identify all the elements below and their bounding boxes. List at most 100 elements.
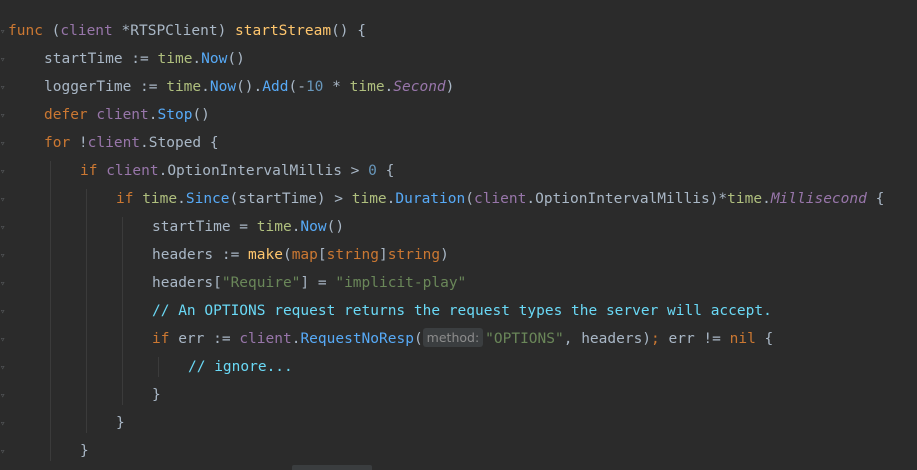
code-token: if: [116, 191, 143, 207]
code-line[interactable]: startTime := time.Now(): [8, 45, 245, 73]
code-token: OptionIntervalMillis: [535, 191, 710, 207]
code-line[interactable]: headers := make(map[string]string): [8, 241, 449, 269]
code-line[interactable]: headers["Require"] = "implicit-play": [8, 269, 466, 297]
code-token: (startTime) >: [229, 191, 352, 207]
code-token: ().: [236, 79, 263, 95]
fold-marker-icon[interactable]: ▿: [0, 111, 7, 121]
fold-marker-icon[interactable]: ▿: [0, 83, 7, 93]
code-token: client: [106, 163, 159, 179]
code-token: client: [239, 331, 292, 347]
code-token: .: [526, 191, 536, 207]
code-token: time: [142, 191, 178, 207]
fold-marker-icon[interactable]: ▿: [0, 279, 7, 289]
code-line[interactable]: loggerTime := time.Now().Add(-10 * time.…: [8, 73, 454, 101]
code-token: string: [326, 247, 380, 263]
code-token: *: [323, 79, 350, 95]
code-token: RTSPClient: [130, 23, 218, 39]
code-line[interactable]: func (client *RTSPClient) startStream() …: [8, 17, 366, 45]
code-token: RequestNoResp: [300, 331, 414, 347]
code-token: nil: [729, 331, 756, 347]
fold-marker-icon[interactable]: ▿: [0, 195, 7, 205]
code-token: defer: [44, 107, 97, 123]
code-token: ): [445, 79, 455, 95]
code-token: startTime =: [152, 219, 257, 235]
horizontal-scroll-thumb[interactable]: [292, 465, 372, 470]
fold-marker-icon[interactable]: ▿: [0, 307, 7, 317]
code-token: >: [341, 163, 369, 179]
code-token: }: [80, 443, 89, 459]
code-line[interactable]: startTime = time.Now(): [8, 213, 344, 241]
code-token: (): [227, 51, 245, 67]
code-token: ]: [379, 247, 388, 263]
code-token: {: [866, 191, 885, 207]
code-line[interactable]: for !client.Stoped {: [8, 129, 219, 157]
fold-marker-icon[interactable]: ▿: [0, 363, 7, 373]
code-line[interactable]: if client.OptionIntervalMillis > 0 {: [8, 157, 394, 185]
code-token: string: [387, 247, 441, 263]
code-token: func: [8, 23, 43, 39]
code-line[interactable]: // An OPTIONS request returns the reques…: [8, 297, 772, 325]
fold-marker-icon[interactable]: ▿: [0, 55, 7, 65]
fold-marker-icon[interactable]: ▿: [0, 447, 7, 457]
code-token: .: [140, 135, 149, 151]
code-token: if: [80, 163, 107, 179]
fold-marker-icon[interactable]: ▿: [0, 335, 7, 345]
code-token: (: [465, 191, 474, 207]
code-token: client: [60, 23, 113, 39]
code-token: time: [349, 79, 385, 95]
code-token: }: [152, 387, 161, 403]
code-token: .: [384, 79, 394, 95]
code-token: time: [166, 79, 202, 95]
code-token: ] =: [300, 275, 336, 291]
code-token: (: [282, 247, 292, 263]
code-editor[interactable]: ▿ ▿ ▿ ▿ ▿ ▿ ▿ ▿ ▿ ▿ ▿ ▿ ▿ ▿ ▿ ▿ func (client *RTSPClien…: [0, 0, 917, 470]
code-token: Stoped: [148, 135, 202, 151]
code-token: {: [376, 163, 395, 179]
code-token: (): [326, 219, 345, 235]
code-token: )*: [709, 191, 728, 207]
fold-marker-icon[interactable]: ▿: [0, 139, 7, 149]
code-line[interactable]: // ignore...: [8, 353, 293, 381]
code-token: () {: [331, 23, 366, 39]
code-token: time: [727, 191, 763, 207]
code-line[interactable]: defer client.Stop(): [8, 101, 210, 129]
fold-marker-icon[interactable]: ▿: [0, 27, 7, 37]
fold-marker-icon[interactable]: ▿: [0, 419, 7, 429]
code-token: OptionIntervalMillis: [167, 163, 342, 179]
code-token: !: [78, 135, 88, 151]
fold-marker-icon[interactable]: ▿: [0, 223, 7, 233]
code-token: .: [177, 191, 186, 207]
code-token: ;: [651, 331, 669, 347]
code-token: "implicit-play": [335, 275, 467, 291]
parameter-hint: method:: [422, 328, 484, 347]
code-token: startTime :=: [44, 51, 158, 67]
code-token: time: [351, 191, 387, 207]
code-token: , headers): [563, 331, 652, 347]
code-token: headers :=: [152, 247, 249, 263]
code-token: Duration: [395, 191, 466, 207]
code-token: {: [201, 135, 219, 151]
fold-marker-icon[interactable]: ▿: [0, 391, 7, 401]
code-line[interactable]: if time.Since(startTime) > time.Duration…: [8, 185, 884, 213]
code-token: Stop: [157, 107, 193, 123]
code-token: Now: [201, 51, 228, 67]
code-token: if: [152, 331, 179, 347]
code-token: Now: [209, 79, 237, 95]
code-token: }: [116, 415, 125, 431]
code-token: Millisecond: [770, 191, 867, 207]
code-token: Now: [300, 219, 327, 235]
code-token: .: [762, 191, 771, 207]
code-token: .: [148, 107, 158, 123]
code-token: client: [96, 107, 149, 123]
code-line[interactable]: if err := client.RequestNoResp(method: "O…: [8, 325, 773, 353]
code-token: headers[: [152, 275, 222, 291]
fold-marker-icon[interactable]: ▿: [0, 167, 7, 177]
code-token: map: [291, 247, 318, 263]
fold-marker-icon[interactable]: ▿: [0, 251, 7, 261]
code-token: ): [217, 23, 236, 39]
code-token: "Require": [221, 275, 301, 291]
code-line[interactable]: }: [8, 437, 89, 465]
code-line[interactable]: }: [8, 409, 125, 437]
code-token: err :=: [178, 331, 240, 347]
code-line[interactable]: }: [8, 381, 161, 409]
